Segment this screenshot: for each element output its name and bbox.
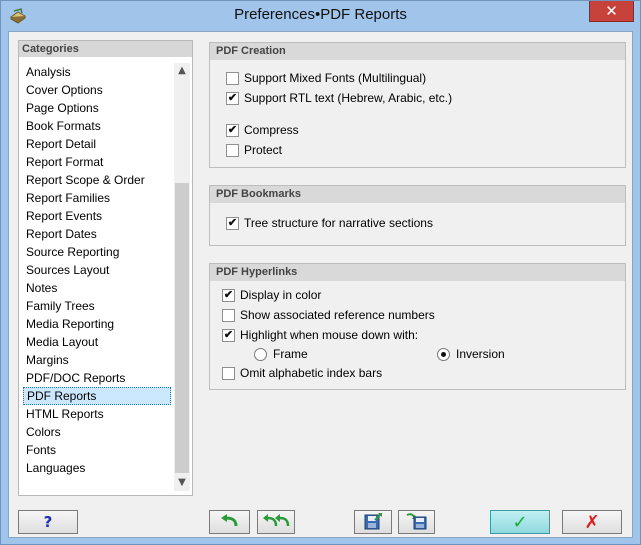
category-item[interactable]: Sources Layout [23,261,171,279]
highlight-option[interactable]: ✔ Highlight when mouse down with: [222,328,418,342]
category-item[interactable]: Report Dates [23,225,171,243]
tree-structure-option[interactable]: ✔ Tree structure for narrative sections [226,216,433,230]
category-item[interactable]: Languages [23,459,171,477]
categories-panel: Categories Analysis Cover Options Page Opt… [18,40,193,496]
category-item[interactable]: Media Reporting [23,315,171,333]
frame-label: Frame [273,347,308,361]
save-button[interactable] [354,510,392,534]
title-bar[interactable]: Preferences•PDF Reports ✕ [1,1,640,31]
mixed-fonts-label: Support Mixed Fonts (Multilingual) [244,71,427,85]
category-item[interactable]: PDF Reports [23,387,171,405]
omit-index-bars-option[interactable]: Omit alphabetic index bars [222,366,382,380]
category-item[interactable]: Report Format [23,153,171,171]
cancel-button[interactable]: ✗ [562,510,622,534]
radio-selected-dot [441,351,446,357]
category-item[interactable]: Cover Options [23,81,171,99]
cancel-x-icon: ✗ [584,511,600,533]
pdf-creation-header: PDF Creation [210,43,625,60]
omit-index-bars-checkbox[interactable] [222,366,235,380]
protect-checkbox[interactable] [226,143,239,157]
display-color-option[interactable]: ✔ Display in color [222,288,321,302]
inversion-radio[interactable] [437,347,450,361]
category-item[interactable]: Report Scope & Order [23,171,171,189]
pdf-hyperlinks-header: PDF Hyperlinks [210,264,625,281]
undo-all-arrows-icon [261,513,291,532]
categories-header: Categories [19,41,192,57]
categories-list[interactable]: Analysis Cover Options Page Options Book Fo… [23,63,171,477]
category-item[interactable]: Source Reporting [23,243,171,261]
protect-label: Protect [244,143,283,157]
highlight-checkbox[interactable]: ✔ [222,328,235,342]
checkmark-icon: ✓ [512,511,528,533]
frame-radio-option[interactable]: Frame [254,347,308,361]
category-item[interactable]: Book Formats [23,117,171,135]
category-item[interactable]: Family Trees [23,297,171,315]
save-disk-icon [363,512,383,533]
show-ref-numbers-label: Show associated reference numbers [240,308,435,322]
scroll-up-icon[interactable]: ▲ [174,63,190,79]
pdf-creation-group: PDF Creation Support Mixed Fonts (Multil… [209,42,626,168]
category-item[interactable]: Report Detail [23,135,171,153]
category-item[interactable]: PDF/DOC Reports [23,369,171,387]
tree-structure-label: Tree structure for narrative sections [244,216,433,230]
inversion-label: Inversion [456,347,505,361]
category-item[interactable]: Colors [23,423,171,441]
scroll-down-icon[interactable]: ▼ [174,475,190,491]
inversion-radio-option[interactable]: Inversion [437,347,505,361]
load-disk-icon [406,512,428,533]
categories-scrollbar[interactable]: ▲ ▼ [174,63,190,491]
mixed-fonts-checkbox[interactable] [226,71,239,85]
category-item[interactable]: Notes [23,279,171,297]
show-ref-numbers-option[interactable]: Show associated reference numbers [222,308,435,322]
close-button[interactable]: ✕ [589,1,634,22]
pdf-bookmarks-header: PDF Bookmarks [210,186,625,203]
compress-label: Compress [244,123,299,137]
help-button[interactable]: ? [18,510,78,534]
pdf-bookmarks-group: PDF Bookmarks ✔ Tree structure for narra… [209,185,626,246]
load-button[interactable] [398,510,435,534]
close-icon: ✕ [605,2,618,20]
display-color-label: Display in color [240,288,322,302]
rtl-text-checkbox[interactable]: ✔ [226,91,239,105]
compress-option[interactable]: ✔ Compress [226,123,299,137]
undo-arrow-icon [219,513,241,532]
category-item[interactable]: Margins [23,351,171,369]
scroll-thumb[interactable] [175,183,189,473]
display-color-checkbox[interactable]: ✔ [222,288,235,302]
category-item[interactable]: Media Layout [23,333,171,351]
window-title: Preferences•PDF Reports [234,6,407,23]
category-item[interactable]: Report Events [23,207,171,225]
omit-index-bars-label: Omit alphabetic index bars [240,366,383,380]
rtl-text-option[interactable]: ✔ Support RTL text (Hebrew, Arabic, etc.… [226,91,452,105]
compress-checkbox[interactable]: ✔ [226,123,239,137]
protect-option[interactable]: Protect [226,143,282,157]
highlight-label: Highlight when mouse down with: [240,328,419,342]
category-item[interactable]: HTML Reports [23,405,171,423]
frame-radio[interactable] [254,347,267,361]
undo-button[interactable] [209,510,250,534]
pdf-hyperlinks-group: PDF Hyperlinks ✔ Display in color Show a… [209,263,626,390]
category-item[interactable]: Report Families [23,189,171,207]
tree-structure-checkbox[interactable]: ✔ [226,216,239,230]
ok-button[interactable]: ✓ [490,510,550,534]
mixed-fonts-option[interactable]: Support Mixed Fonts (Multilingual) [226,71,426,85]
preferences-window: Preferences•PDF Reports ✕ Categories Ana… [0,0,641,545]
undo-all-button[interactable] [257,510,295,534]
help-icon: ? [43,513,53,531]
rtl-text-label: Support RTL text (Hebrew, Arabic, etc.) [244,91,453,105]
show-ref-numbers-checkbox[interactable] [222,308,235,322]
category-item[interactable]: Fonts [23,441,171,459]
dialog-body: Categories Analysis Cover Options Page Opt… [8,31,633,538]
category-item[interactable]: Analysis [23,63,171,81]
category-item[interactable]: Page Options [23,99,171,117]
